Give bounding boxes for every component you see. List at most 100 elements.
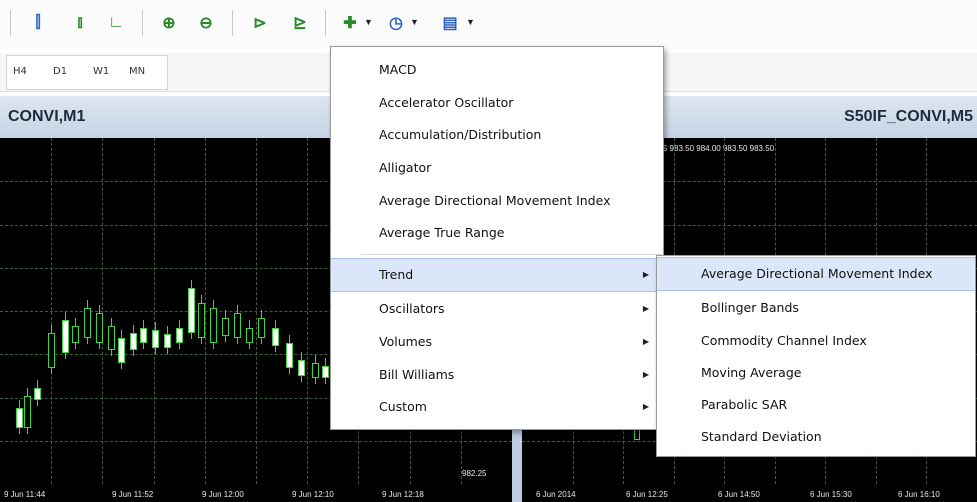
menu-item-label: Standard Deviation (701, 429, 822, 444)
timeframe-mn[interactable]: MN (129, 66, 145, 77)
submenu-arrow-icon: ▶ (642, 337, 649, 346)
candle-body (130, 333, 137, 350)
menu-item-label: Trend (379, 267, 414, 282)
menu-item-label: Alligator (379, 160, 432, 175)
candle-body (108, 326, 115, 350)
menu-item-label: Volumes (379, 334, 433, 349)
auto-scroll-icon[interactable]: ⊳ (250, 11, 270, 35)
bar-chart-icon[interactable]: ⫿ (28, 11, 48, 35)
menu-item-oscillators[interactable]: Oscillators ▶ (331, 293, 663, 325)
toolbar-separator (232, 10, 233, 36)
toolbar-separator (10, 10, 11, 36)
time-axis-label: 9 Jun 11:44 (4, 490, 46, 499)
candle-body (234, 313, 241, 338)
candle-body (96, 313, 103, 343)
candle-body (272, 328, 279, 346)
candle-body (164, 334, 171, 348)
menu-item-custom[interactable]: Custom ▶ (331, 391, 663, 423)
time-axis-label: 6 Jun 12:25 (626, 490, 668, 499)
submenu-arrow-icon: ▶ (642, 402, 649, 411)
candle-body (48, 333, 55, 368)
time-axis-label: 6 Jun 14:50 (718, 490, 760, 499)
candle-body (118, 338, 125, 363)
candle-body (188, 288, 195, 333)
candle-body (84, 308, 91, 338)
toolbar-separator (325, 10, 326, 36)
candle-body (312, 363, 319, 378)
menu-item-label: Accumulation/Distribution (379, 127, 542, 142)
candlestick-chart-icon[interactable]: ⫾ (70, 11, 90, 35)
submenu-item-commodity-channel-index[interactable]: Commodity Channel Index (657, 325, 975, 357)
chart-shift-icon[interactable]: ⊵ (290, 11, 310, 35)
menu-item-adx[interactable]: Average Directional Movement Index (331, 185, 663, 217)
menu-separator (361, 254, 661, 255)
candle-body (24, 396, 31, 428)
candle-body (258, 318, 265, 338)
indicators-dropdown-arrow-icon[interactable]: ▼ (364, 17, 373, 27)
periods-dropdown-arrow-icon[interactable]: ▼ (410, 17, 419, 27)
candle-body (322, 366, 329, 378)
time-axis-label: 9 Jun 12:00 (202, 490, 244, 499)
templates-dropdown-arrow-icon[interactable]: ▼ (466, 17, 475, 27)
time-axis-label: 9 Jun 11:52 (112, 490, 154, 499)
menu-item-label: Average Directional Movement Index (701, 266, 933, 281)
menu-item-trend[interactable]: Trend ▶ (331, 258, 663, 292)
timeframe-h4[interactable]: H4 (13, 66, 27, 77)
indicators-icon[interactable]: ✚ (340, 11, 360, 35)
submenu-item-adx[interactable]: Average Directional Movement Index (657, 257, 975, 291)
candle-body (140, 328, 147, 343)
time-axis-label: 6 Jun 15:30 (810, 490, 852, 499)
submenu-item-parabolic-sar[interactable]: Parabolic SAR (657, 389, 975, 421)
trend-submenu: Average Directional Movement Index Bolli… (656, 255, 976, 457)
timeframe-d1[interactable]: D1 (53, 66, 67, 77)
periods-icon[interactable]: ◷ (386, 11, 406, 35)
menu-item-label: Accelerator Oscillator (379, 95, 514, 110)
menu-item-label: MACD (379, 62, 417, 77)
timeframe-w1[interactable]: W1 (93, 66, 109, 77)
menu-item-alligator[interactable]: Alligator (331, 152, 663, 184)
line-chart-icon[interactable]: ∟ (106, 11, 126, 35)
menu-item-volumes[interactable]: Volumes ▶ (331, 326, 663, 358)
menu-item-bill-williams[interactable]: Bill Williams ▶ (331, 359, 663, 391)
candle-body (62, 320, 69, 353)
candle-body (246, 328, 253, 343)
menu-item-accelerator-oscillator[interactable]: Accelerator Oscillator (331, 87, 663, 119)
zoom-out-icon[interactable]: ⊖ (196, 11, 216, 35)
candle-body (34, 388, 41, 400)
main-toolbar: ⫿ ⫾ ∟ ⊕ ⊖ ⊳ ⊵ ✚ ▼ ◷ ▼ ▤ ▼ (0, 0, 977, 49)
menu-item-accumulation-distribution[interactable]: Accumulation/Distribution (331, 119, 663, 151)
candle-body (198, 303, 205, 338)
submenu-item-standard-deviation[interactable]: Standard Deviation (657, 421, 975, 453)
candle-body (222, 318, 229, 336)
submenu-item-bollinger-bands[interactable]: Bollinger Bands (657, 292, 975, 324)
time-axis-label: 6 Jun 16:10 (898, 490, 940, 499)
menu-item-average-true-range[interactable]: Average True Range (331, 217, 663, 249)
menu-item-label: Moving Average (701, 365, 802, 380)
menu-item-label: Oscillators (379, 301, 445, 316)
zoom-in-icon[interactable]: ⊕ (159, 11, 179, 35)
grid-line (0, 441, 512, 442)
submenu-arrow-icon: ▶ (642, 370, 649, 379)
templates-icon[interactable]: ▤ (440, 11, 460, 35)
chart-ohlc-header: S 983.50 984.00 983.50 983.50 (662, 144, 775, 153)
candle-body (210, 308, 217, 343)
time-axis-label: 6 Jun 2014 (536, 490, 576, 499)
indicators-menu: MACD Accelerator Oscillator Accumulation… (330, 46, 664, 430)
time-axis-label: 9 Jun 12:18 (382, 490, 424, 499)
submenu-arrow-icon: ▶ (642, 304, 649, 313)
menu-item-label: Bollinger Bands (701, 300, 799, 315)
menu-item-label: Commodity Channel Index (701, 333, 867, 348)
menu-item-label: Parabolic SAR (701, 397, 788, 412)
candle-body (298, 360, 305, 376)
candle-body (72, 326, 79, 343)
submenu-arrow-icon: ▶ (642, 270, 649, 279)
candle-body (16, 408, 23, 428)
candle-body (152, 330, 159, 348)
time-axis-label: 9 Jun 12:10 (292, 490, 334, 499)
candle-body (286, 343, 293, 368)
menu-item-label: Average Directional Movement Index (379, 193, 611, 208)
price-label: 982.25 (462, 469, 487, 478)
menu-item-label: Custom (379, 399, 427, 414)
submenu-item-moving-average[interactable]: Moving Average (657, 357, 975, 389)
menu-item-macd[interactable]: MACD (331, 54, 663, 86)
